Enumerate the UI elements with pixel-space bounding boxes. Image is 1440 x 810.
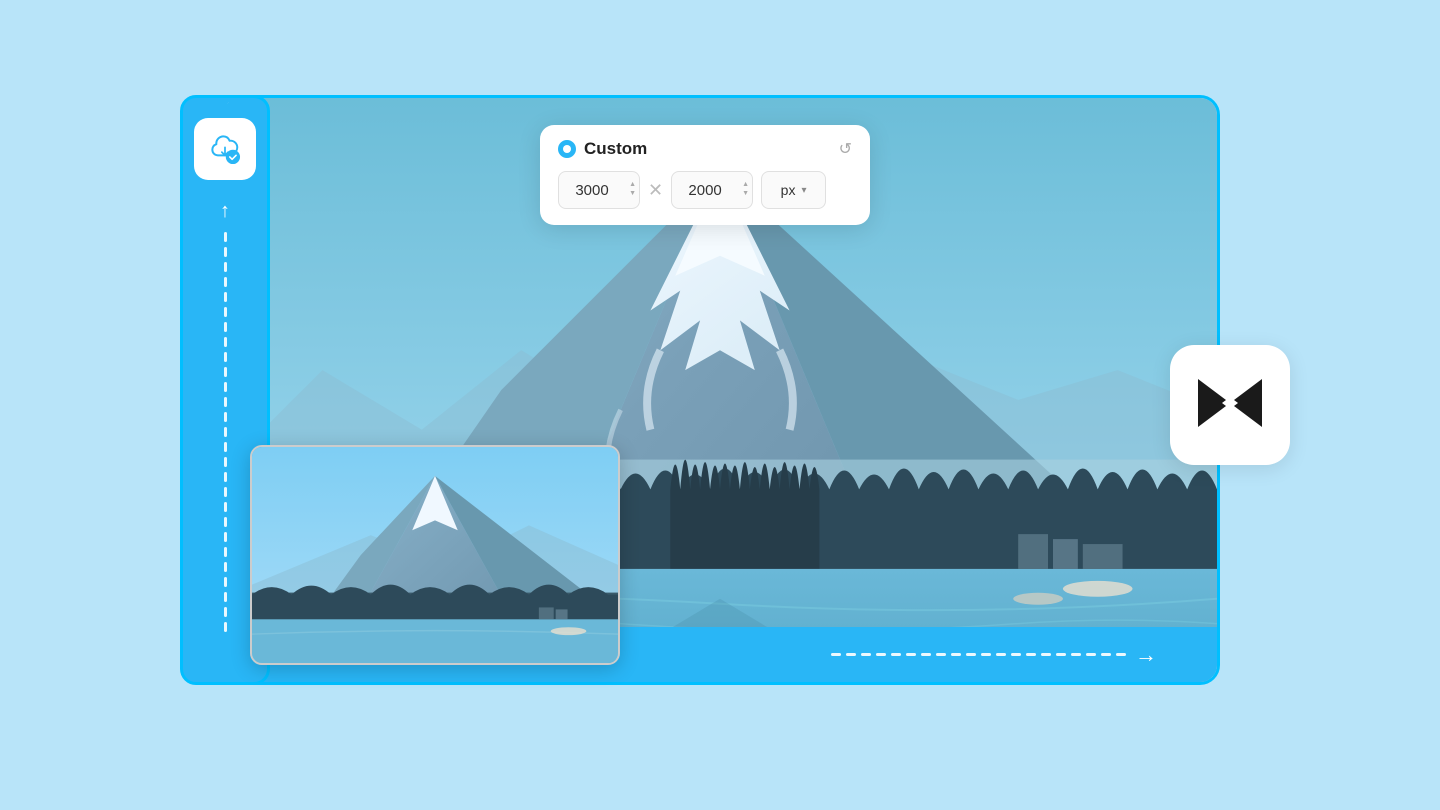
refresh-icon[interactable]: ↺ <box>839 139 852 159</box>
main-scene: ↑ <box>120 75 1320 735</box>
chevron-down-icon: ▾ <box>801 185 806 196</box>
width-spinner: ▲ ▼ <box>629 181 636 199</box>
corner-dot-br <box>1210 675 1220 685</box>
cloud-upload-icon <box>206 130 244 168</box>
unit-label: px <box>781 182 796 198</box>
height-decrement[interactable]: ▼ <box>742 191 749 199</box>
custom-radio[interactable] <box>558 140 576 158</box>
dashed-arrow-row: → <box>831 642 1157 668</box>
arrow-right-icon: → <box>1135 642 1157 668</box>
unit-dropdown[interactable]: px ▾ <box>761 171 826 209</box>
thumbnail-mountain-svg <box>252 447 618 663</box>
cloud-upload-box[interactable] <box>194 118 256 180</box>
thumbnail-image <box>252 447 618 663</box>
width-input-wrapper: ▲ ▼ <box>558 171 640 209</box>
custom-panel: Custom ↺ ▲ ▼ ✕ ▲ ▼ px ▾ <box>540 125 870 225</box>
custom-label: Custom <box>584 139 647 159</box>
custom-panel-header: Custom ↺ <box>558 139 852 159</box>
radio-inner-dot <box>563 145 571 153</box>
width-increment[interactable]: ▲ <box>629 181 636 189</box>
arrow-up-icon: ↑ <box>220 200 230 223</box>
custom-label-row: Custom <box>558 139 647 159</box>
dimension-separator: ✕ <box>648 180 663 201</box>
vertical-dashed-line: ↑ <box>220 200 230 632</box>
width-input[interactable] <box>558 171 640 209</box>
height-spinner: ▲ ▼ <box>742 181 749 199</box>
height-increment[interactable]: ▲ <box>742 181 749 189</box>
height-input[interactable] <box>671 171 753 209</box>
capcut-logo-box <box>1170 345 1290 465</box>
width-decrement[interactable]: ▼ <box>629 191 636 199</box>
custom-inputs-row: ▲ ▼ ✕ ▲ ▼ px ▾ <box>558 171 852 209</box>
capcut-logo-icon <box>1194 375 1266 435</box>
height-input-wrapper: ▲ ▼ <box>671 171 753 209</box>
thumbnail-card <box>250 445 620 665</box>
